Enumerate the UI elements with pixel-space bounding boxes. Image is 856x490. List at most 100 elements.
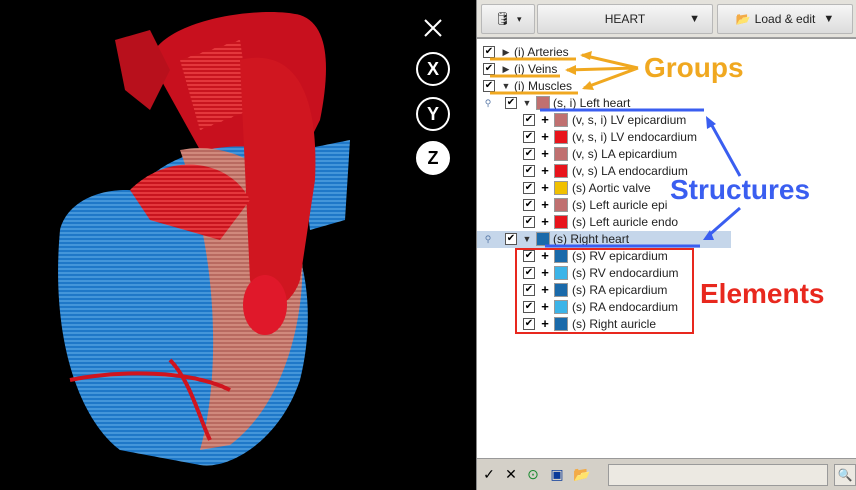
element-checkbox[interactable]: ✔	[523, 114, 535, 126]
load-edit-label: Load & edit	[754, 12, 816, 26]
structure-label: (s, i) Left heart	[553, 96, 631, 110]
plus-icon[interactable]: +	[540, 317, 550, 330]
tree-element-row[interactable]: ✔ + (s) Left auricle endo	[477, 214, 856, 231]
element-checkbox[interactable]: ✔	[523, 148, 535, 160]
tree-element-row[interactable]: ✔ + (v, s) LA epicardium	[477, 146, 856, 163]
element-label: (s) RV endocardium	[572, 266, 679, 280]
tree-element-row[interactable]: ✔ + (v, s, i) LV endocardium	[477, 129, 856, 146]
structure-name: HEART	[604, 12, 646, 26]
close-icon[interactable]	[419, 14, 447, 42]
color-swatch[interactable]	[554, 113, 568, 127]
tree-connector-icon: ⚲	[484, 98, 492, 108]
expand-triangle-icon[interactable]: ▶	[501, 47, 511, 57]
element-checkbox[interactable]: ✔	[523, 199, 535, 211]
groups-annotation: Groups	[644, 52, 744, 83]
element-label: (s) RV epicardium	[572, 249, 668, 263]
color-swatch[interactable]	[554, 181, 568, 195]
element-checkbox[interactable]: ✔	[523, 182, 535, 194]
plus-icon[interactable]: +	[540, 266, 550, 279]
plus-icon[interactable]: +	[540, 130, 550, 143]
structure-checkbox[interactable]: ✔	[505, 233, 517, 245]
group-checkbox[interactable]: ✔	[483, 46, 495, 58]
collapse-triangle-icon[interactable]: ▼	[522, 98, 532, 108]
down-circle-icon[interactable]: ⊙	[525, 466, 541, 482]
plus-icon[interactable]: +	[540, 283, 550, 296]
tree-element-row[interactable]: ✔ + (v, s, i) LV epicardium	[477, 112, 856, 129]
element-label: (v, s) LA epicardium	[572, 147, 678, 161]
chevron-down-icon: ▼	[689, 13, 700, 25]
structure-label: (s) Right heart	[553, 232, 630, 246]
y-axis-button[interactable]: Y	[416, 97, 450, 131]
element-label: (v, s, i) LV epicardium	[572, 113, 687, 127]
load-edit-button[interactable]: 📂 Load & edit ▼	[717, 4, 853, 34]
x-icon[interactable]: ✕	[503, 466, 519, 482]
chevron-down-icon: ▼	[823, 13, 835, 25]
plus-icon[interactable]: +	[540, 147, 550, 160]
color-swatch[interactable]	[554, 283, 568, 297]
color-swatch[interactable]	[554, 147, 568, 161]
heart-rendering[interactable]	[0, 0, 476, 490]
color-swatch[interactable]	[536, 96, 550, 110]
tree-element-row[interactable]: ✔ + (s) RV epicardium	[477, 248, 856, 265]
color-swatch[interactable]	[554, 130, 568, 144]
color-swatch[interactable]	[554, 249, 568, 263]
app-root: X Y Z 🛢 ▾ HEART ▼ 📂 Load & edit ▼ ✔ ▶ (i) …	[0, 0, 856, 490]
auricle-shape	[243, 275, 287, 335]
element-label: (s) Aortic valve	[572, 181, 651, 195]
collapse-triangle-icon[interactable]: ▼	[522, 234, 532, 244]
element-checkbox[interactable]: ✔	[523, 267, 535, 279]
plus-icon[interactable]: +	[540, 181, 550, 194]
group-checkbox[interactable]: ✔	[483, 80, 495, 92]
element-checkbox[interactable]: ✔	[523, 318, 535, 330]
z-axis-button[interactable]: Z	[416, 141, 450, 175]
plus-icon[interactable]: +	[540, 198, 550, 211]
chevron-down-icon: ▾	[516, 13, 522, 24]
structure-checkbox[interactable]: ✔	[505, 97, 517, 109]
element-label: (s) Left auricle epi	[572, 198, 668, 212]
color-swatch[interactable]	[554, 317, 568, 331]
plus-icon[interactable]: +	[540, 300, 550, 313]
group-checkbox[interactable]: ✔	[483, 63, 495, 75]
plus-icon[interactable]: +	[540, 215, 550, 228]
check-icon[interactable]: ✓	[481, 466, 497, 482]
element-label: (s) Right auricle	[572, 317, 657, 331]
tree-structure-row[interactable]: ⚲ ✔ ▼ (s, i) Left heart	[477, 95, 856, 112]
x-axis-button[interactable]: X	[416, 52, 450, 86]
left-atrium-shape	[240, 57, 316, 307]
plus-icon[interactable]: +	[540, 164, 550, 177]
plus-icon[interactable]: +	[540, 249, 550, 262]
element-label: (s) Left auricle endo	[572, 215, 679, 229]
element-checkbox[interactable]: ✔	[523, 216, 535, 228]
collapse-triangle-icon[interactable]: ▼	[501, 81, 511, 91]
structure-tree[interactable]: ✔ ▶ (i) Arteries ✔ ▶ (i) Veins ✔ ▼ (i) Muscles ⚲ ✔…	[477, 38, 856, 458]
folder-open-icon: 📂	[735, 12, 751, 26]
structure-select[interactable]: HEART ▼	[537, 4, 713, 34]
element-label: (v, s, i) LV endocardium	[572, 130, 697, 144]
tree-structure-row[interactable]: ⚲ ✔ ▼ (s) Right heart	[477, 231, 731, 248]
tree-element-row[interactable]: ✔ + (s) Right auricle	[477, 316, 856, 333]
database-button[interactable]: 🛢 ▾	[481, 4, 535, 34]
group-label: (i) Veins	[514, 62, 558, 76]
group-label: (i) Muscles	[514, 79, 573, 93]
color-swatch[interactable]	[554, 300, 568, 314]
color-swatch[interactable]	[554, 215, 568, 229]
color-swatch[interactable]	[554, 198, 568, 212]
elements-annotation: Elements	[700, 278, 825, 309]
color-swatch[interactable]	[554, 164, 568, 178]
element-checkbox[interactable]: ✔	[523, 250, 535, 262]
expand-triangle-icon[interactable]: ▶	[501, 64, 511, 74]
3d-viewer[interactable]: X Y Z	[0, 0, 476, 490]
folder-open-icon[interactable]: 📂	[573, 466, 590, 482]
plus-icon[interactable]: +	[540, 113, 550, 126]
element-checkbox[interactable]: ✔	[523, 284, 535, 296]
status-field	[608, 464, 828, 486]
element-checkbox[interactable]: ✔	[523, 165, 535, 177]
element-checkbox[interactable]: ✔	[523, 301, 535, 313]
structures-annotation: Structures	[670, 174, 811, 205]
zoom-icon[interactable]: 🔍	[834, 464, 856, 486]
save-icon[interactable]: ▣	[549, 466, 565, 482]
element-checkbox[interactable]: ✔	[523, 131, 535, 143]
color-swatch[interactable]	[536, 232, 550, 246]
artery-shape	[115, 30, 170, 110]
color-swatch[interactable]	[554, 266, 568, 280]
